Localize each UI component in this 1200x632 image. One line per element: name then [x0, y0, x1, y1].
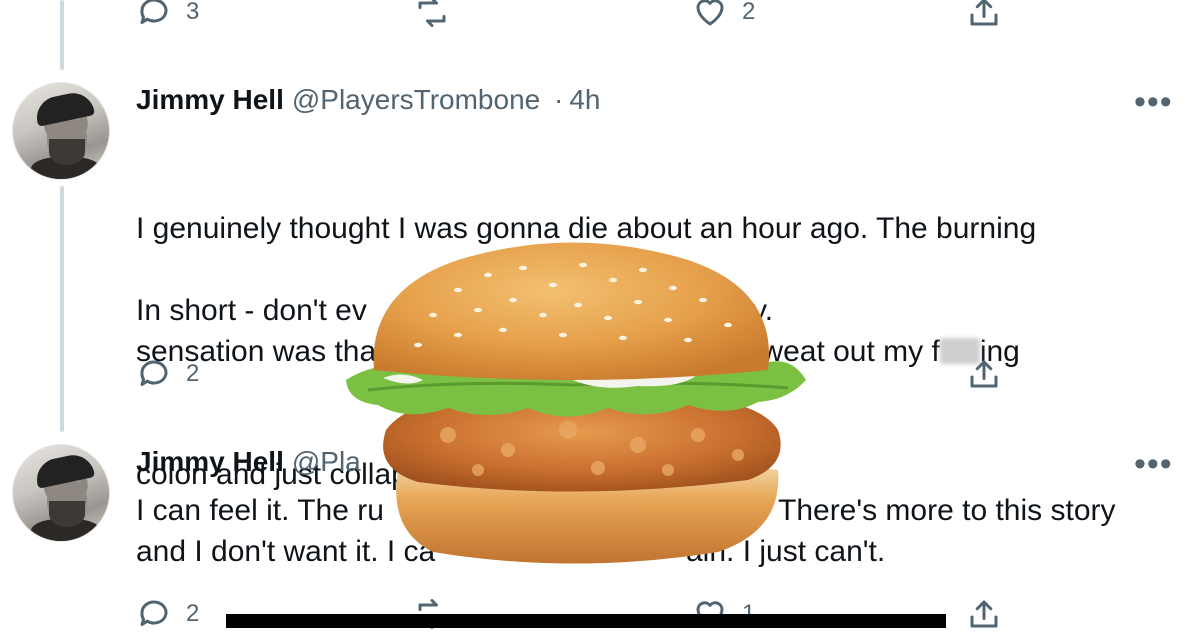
- more-options-icon[interactable]: •••: [1134, 447, 1173, 481]
- like-button[interactable]: 2: [692, 0, 755, 30]
- like-count: 2: [742, 0, 756, 25]
- share-button[interactable]: [966, 356, 1002, 392]
- share-button[interactable]: [966, 0, 1002, 30]
- reply-button[interactable]: 2: [136, 356, 199, 392]
- tweet-text-line: In short - don't ev: [136, 294, 367, 327]
- chicken-burger-image: [346, 242, 806, 564]
- reply-icon: [140, 360, 168, 386]
- more-options-icon[interactable]: •••: [1134, 85, 1173, 119]
- tweet-header: Jimmy Hell @Pla: [136, 446, 361, 478]
- display-name[interactable]: Jimmy Hell: [136, 84, 284, 115]
- retweet-button[interactable]: [414, 0, 450, 30]
- reply-count: 2: [186, 360, 200, 387]
- retweet-icon: [418, 0, 446, 27]
- redaction-bar: [226, 614, 946, 628]
- avatar[interactable]: [12, 444, 110, 542]
- reply-icon: [140, 0, 168, 24]
- share-button[interactable]: [966, 596, 1002, 632]
- timestamp[interactable]: 4h: [569, 84, 600, 115]
- share-icon: [970, 600, 998, 628]
- separator-dot: ·: [554, 84, 564, 115]
- reply-count: 3: [186, 0, 200, 25]
- tweet-header: Jimmy Hell @PlayersTrombone · 4h: [136, 84, 601, 116]
- reply-count: 2: [186, 600, 200, 627]
- reply-button[interactable]: 2: [136, 596, 199, 632]
- display-name[interactable]: Jimmy Hell: [136, 446, 284, 477]
- share-icon: [970, 360, 998, 388]
- heart-icon: [696, 0, 724, 26]
- reply-icon: [140, 600, 168, 626]
- share-icon: [970, 0, 998, 26]
- thread-line: [60, 0, 64, 70]
- thread-line: [60, 186, 64, 432]
- username-handle[interactable]: @PlayersTrombone: [292, 84, 540, 115]
- tweet-text-line: There's more to this story: [778, 494, 1116, 527]
- avatar[interactable]: [12, 82, 110, 180]
- reply-button[interactable]: 3: [136, 0, 199, 30]
- top-bun: [373, 242, 769, 380]
